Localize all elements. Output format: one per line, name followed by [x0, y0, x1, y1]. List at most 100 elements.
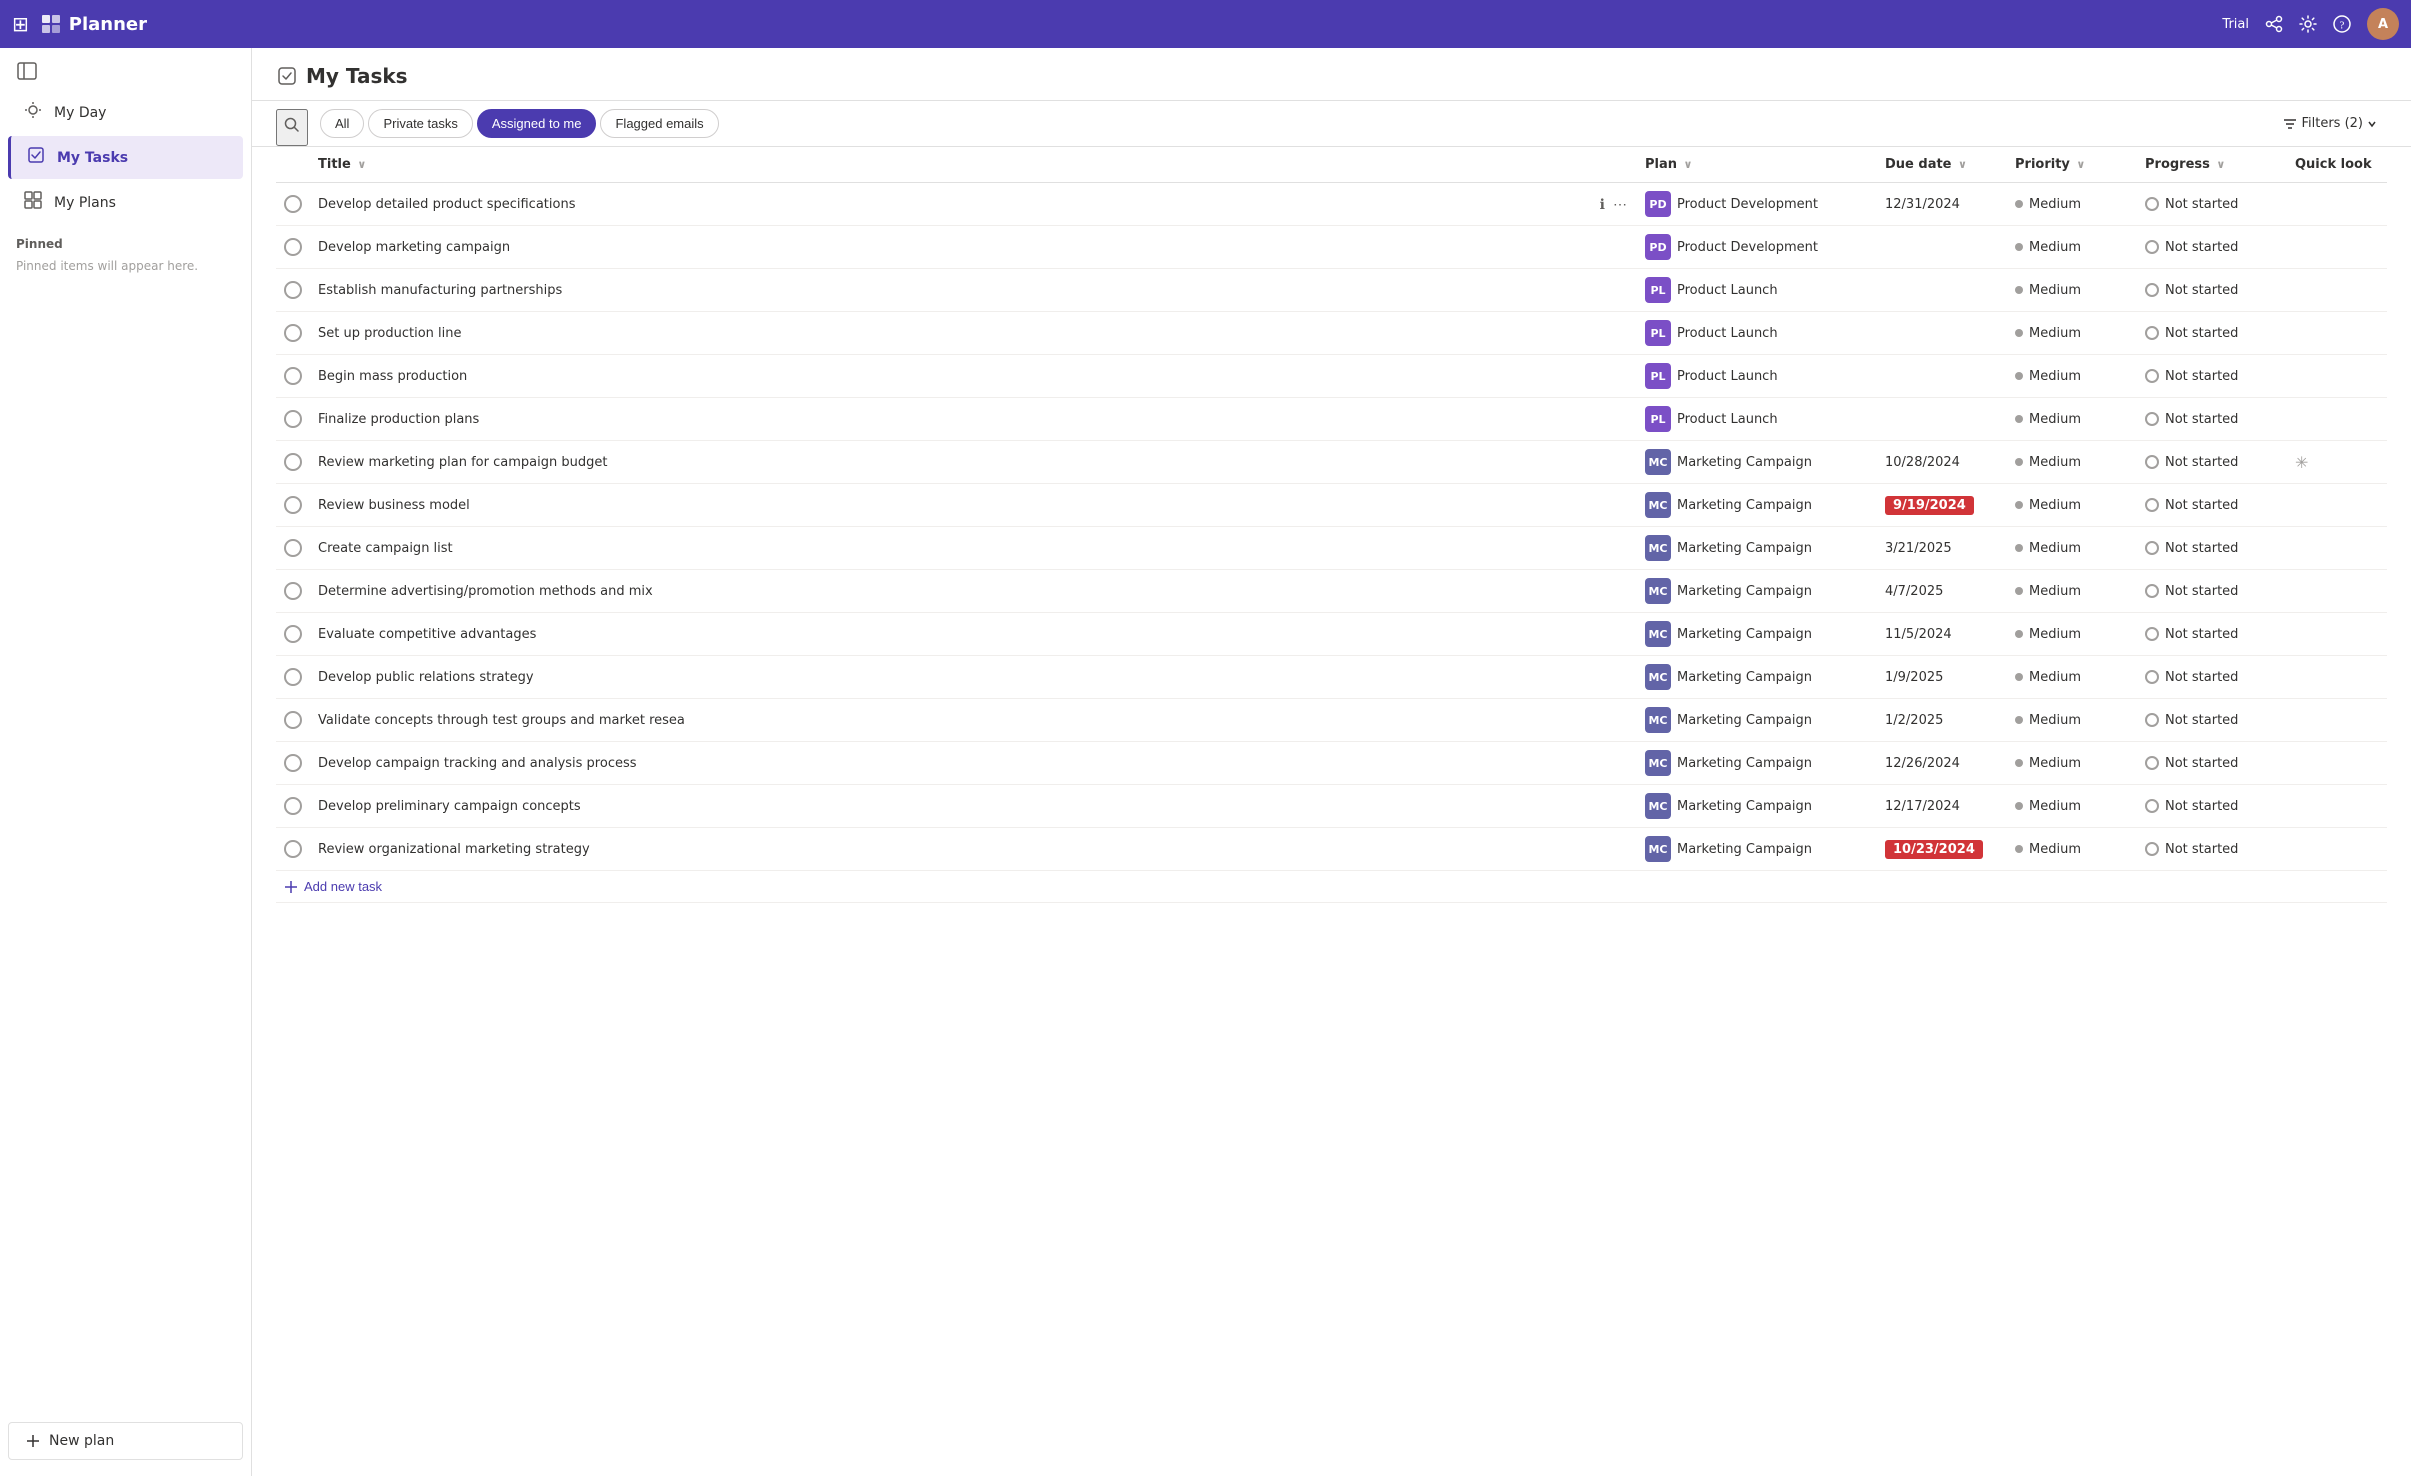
trial-label[interactable]: Trial — [2222, 17, 2249, 32]
task-more-button[interactable]: ⋯ — [1611, 667, 1629, 688]
task-more-button[interactable]: ⋯ — [1611, 495, 1629, 516]
add-task-button[interactable]: Add new task — [284, 879, 382, 894]
task-more-button[interactable]: ⋯ — [1611, 409, 1629, 430]
task-more-button[interactable]: ⋯ — [1611, 237, 1629, 258]
progress-circle — [2145, 369, 2159, 383]
task-more-button[interactable]: ⋯ — [1611, 323, 1629, 344]
task-checkbox[interactable] — [284, 668, 302, 686]
task-info-button[interactable]: ℹ — [1598, 667, 1607, 688]
my-plans-icon — [24, 191, 42, 214]
col-title[interactable]: Title ∨ — [310, 147, 1637, 183]
sidebar-collapse[interactable] — [0, 56, 251, 90]
task-info-button[interactable]: ℹ — [1598, 409, 1607, 430]
task-info-button[interactable]: ℹ — [1598, 323, 1607, 344]
task-more-button[interactable]: ⋯ — [1611, 624, 1629, 645]
col-plan[interactable]: Plan ∨ — [1637, 147, 1877, 183]
tab-private-tasks[interactable]: Private tasks — [368, 109, 472, 138]
sidebar-pinned-note: Pinned items will appear here. — [0, 255, 251, 277]
task-checkbox[interactable] — [284, 539, 302, 557]
task-more-button[interactable]: ⋯ — [1611, 538, 1629, 559]
task-due-date-cell: 3/21/2025 — [1877, 527, 2007, 570]
task-checkbox[interactable] — [284, 711, 302, 729]
progress-circle — [2145, 455, 2159, 469]
priority-dot — [2015, 415, 2023, 423]
task-checkbox[interactable] — [284, 754, 302, 772]
task-title-cell: Establish manufacturing partnerships ℹ ⋯ — [310, 269, 1637, 312]
task-more-button[interactable]: ⋯ — [1611, 839, 1629, 860]
plan-icon: PL — [1645, 320, 1671, 346]
quick-look-icon[interactable]: ✳ — [2295, 453, 2308, 472]
priority-label: Medium — [2029, 584, 2081, 599]
sidebar-item-my-plans[interactable]: My Plans — [8, 181, 243, 224]
task-checkbox[interactable] — [284, 797, 302, 815]
task-due-date-cell — [1877, 312, 2007, 355]
due-date: 4/7/2025 — [1885, 584, 1943, 599]
new-plan-button[interactable]: New plan — [8, 1422, 243, 1460]
task-checkbox[interactable] — [284, 496, 302, 514]
avatar[interactable]: A — [2367, 8, 2399, 40]
task-info-button[interactable]: ℹ — [1598, 280, 1607, 301]
plan-name: Marketing Campaign — [1677, 541, 1812, 556]
main-header: My Tasks — [252, 48, 2411, 101]
col-progress[interactable]: Progress ∨ — [2137, 147, 2287, 183]
task-more-button[interactable]: ⋯ — [1611, 753, 1629, 774]
task-checkbox[interactable] — [284, 625, 302, 643]
task-info-button[interactable]: ℹ — [1598, 366, 1607, 387]
tab-assigned-to-me[interactable]: Assigned to me — [477, 109, 597, 138]
share-icon[interactable] — [2265, 15, 2283, 33]
priority-dot — [2015, 501, 2023, 509]
task-info-button[interactable]: ℹ — [1598, 495, 1607, 516]
task-info-button[interactable]: ℹ — [1598, 710, 1607, 731]
task-info-button[interactable]: ℹ — [1598, 538, 1607, 559]
plan-name: Marketing Campaign — [1677, 498, 1812, 513]
task-checkbox[interactable] — [284, 195, 302, 213]
task-more-button[interactable]: ⋯ — [1611, 194, 1629, 215]
task-due-date-cell — [1877, 226, 2007, 269]
tab-all[interactable]: All — [320, 109, 364, 138]
task-checkbox[interactable] — [284, 582, 302, 600]
task-progress-cell: Not started — [2137, 269, 2287, 312]
search-button[interactable] — [276, 109, 308, 146]
plan-name: Marketing Campaign — [1677, 584, 1812, 599]
priority-label: Medium — [2029, 240, 2081, 255]
sidebar-item-my-day[interactable]: My Day — [8, 91, 243, 134]
task-info-button[interactable]: ℹ — [1598, 624, 1607, 645]
task-more-button[interactable]: ⋯ — [1611, 581, 1629, 602]
sidebar-item-my-tasks[interactable]: My Tasks — [8, 136, 243, 179]
priority-label: Medium — [2029, 412, 2081, 427]
task-more-button[interactable]: ⋯ — [1611, 710, 1629, 731]
priority-dot — [2015, 716, 2023, 724]
task-checkbox[interactable] — [284, 281, 302, 299]
task-checkbox-cell — [276, 656, 310, 699]
help-icon[interactable]: ? — [2333, 15, 2351, 33]
task-info-button[interactable]: ℹ — [1598, 839, 1607, 860]
task-more-button[interactable]: ⋯ — [1611, 796, 1629, 817]
task-info-button[interactable]: ℹ — [1598, 237, 1607, 258]
task-info-button[interactable]: ℹ — [1598, 753, 1607, 774]
task-title-text: Review organizational marketing strategy — [318, 842, 1590, 857]
col-due-date[interactable]: Due date ∨ — [1877, 147, 2007, 183]
task-due-date-cell: 10/23/2024 — [1877, 828, 2007, 871]
task-checkbox[interactable] — [284, 324, 302, 342]
task-more-button[interactable]: ⋯ — [1611, 452, 1629, 473]
task-info-button[interactable]: ℹ — [1598, 581, 1607, 602]
tab-flagged-emails[interactable]: Flagged emails — [600, 109, 718, 138]
task-info-button[interactable]: ℹ — [1598, 194, 1607, 215]
waffle-icon[interactable]: ⊞ — [12, 12, 29, 36]
col-priority[interactable]: Priority ∨ — [2007, 147, 2137, 183]
due-date: 12/17/2024 — [1885, 799, 1960, 814]
priority-dot — [2015, 329, 2023, 337]
priority-label: Medium — [2029, 842, 2081, 857]
app-logo: Planner — [41, 14, 147, 35]
task-checkbox[interactable] — [284, 840, 302, 858]
task-checkbox[interactable] — [284, 410, 302, 428]
task-checkbox[interactable] — [284, 367, 302, 385]
task-checkbox[interactable] — [284, 453, 302, 471]
task-info-button[interactable]: ℹ — [1598, 452, 1607, 473]
task-checkbox[interactable] — [284, 238, 302, 256]
task-info-button[interactable]: ℹ — [1598, 796, 1607, 817]
task-more-button[interactable]: ⋯ — [1611, 366, 1629, 387]
filters-button[interactable]: Filters (2) — [2273, 110, 2387, 137]
task-more-button[interactable]: ⋯ — [1611, 280, 1629, 301]
settings-icon[interactable] — [2299, 15, 2317, 33]
